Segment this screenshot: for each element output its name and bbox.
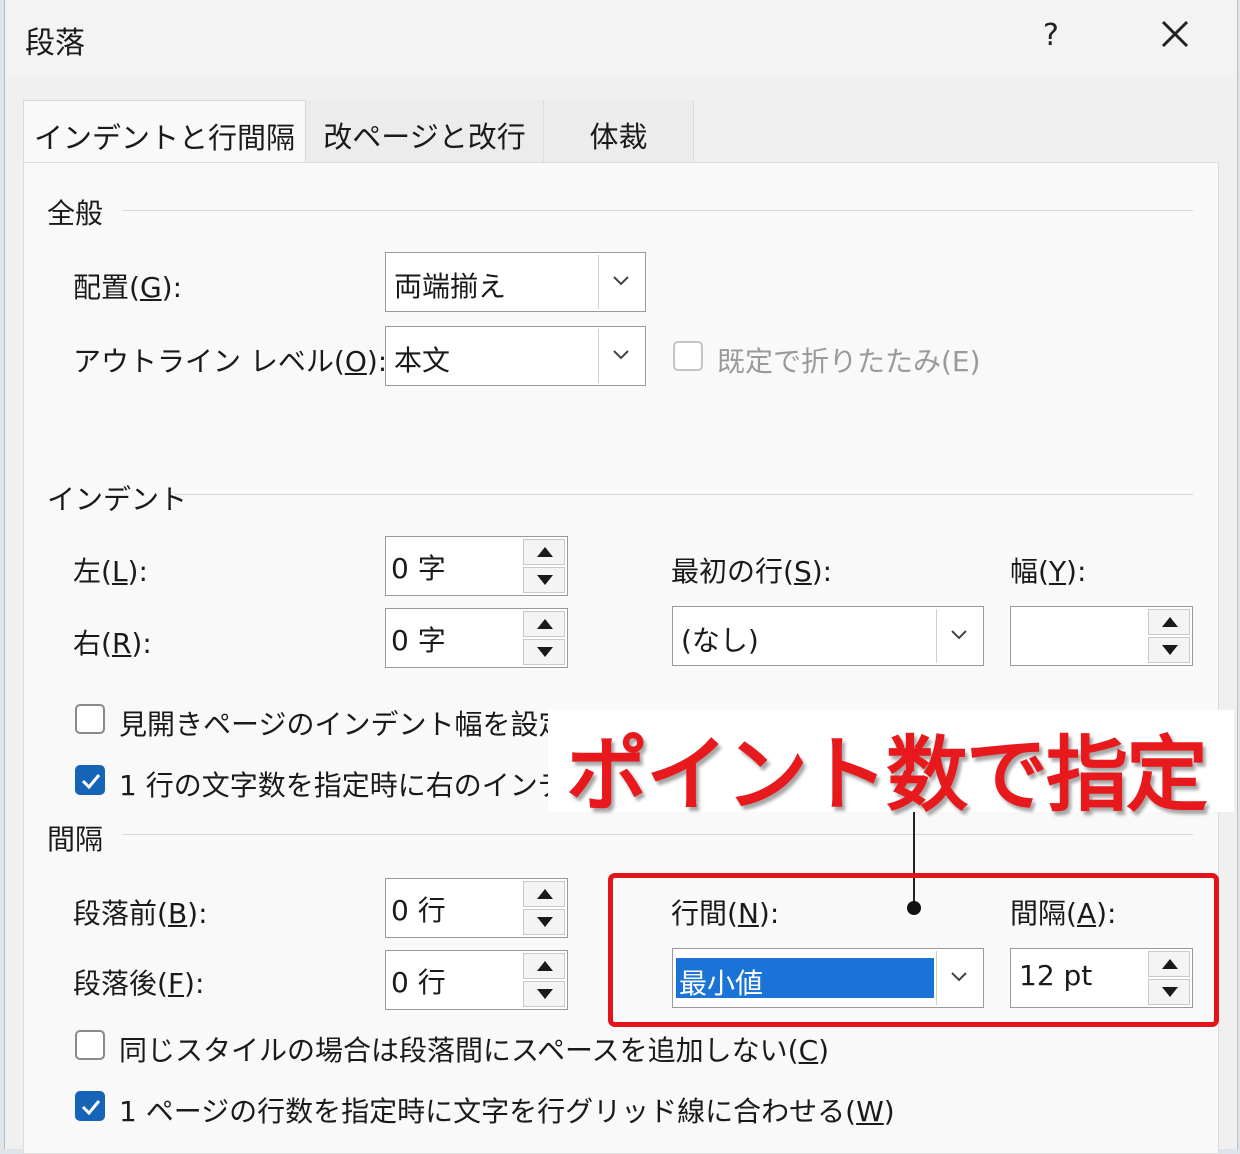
spin-down-button[interactable]: [523, 981, 565, 1007]
chevron-down-icon[interactable]: [598, 255, 643, 309]
section-spacing-heading: 間隔: [47, 823, 104, 856]
chevron-down-icon[interactable]: [598, 329, 643, 383]
spin-down-button[interactable]: [523, 909, 565, 935]
indent-left-value[interactable]: 0 字: [391, 547, 446, 587]
section-divider: [123, 834, 1193, 835]
alignment-label: 配置(G):: [73, 271, 182, 304]
space-after-label: 段落後(F):: [73, 967, 205, 1000]
tab-page-break[interactable]: 改ページと改行: [306, 100, 544, 162]
indent-right-spinner[interactable]: 0 字: [385, 608, 568, 668]
indent-right-label: 右(R):: [73, 627, 152, 660]
no-space-same-style-checkbox[interactable]: [75, 1030, 105, 1060]
indent-left-spinner[interactable]: 0 字: [385, 536, 568, 596]
checkmark-icon: [81, 774, 101, 790]
space-after-spinner[interactable]: 0 行: [385, 950, 568, 1010]
outline-level-value: 本文: [394, 344, 451, 377]
close-icon[interactable]: [1155, 14, 1195, 54]
auto-adjust-indent-checkbox[interactable]: [75, 765, 105, 795]
section-indent-heading: インデント: [47, 483, 188, 516]
annotation-callout: ポイント数で指定: [566, 728, 1208, 823]
indent-left-label: 左(L):: [73, 555, 148, 588]
alignment-select[interactable]: 両端揃え: [385, 252, 646, 312]
width-spinner[interactable]: [1010, 606, 1193, 666]
spin-up-button[interactable]: [523, 539, 565, 565]
space-before-value[interactable]: 0 行: [391, 889, 446, 929]
mirror-indent-label: 見開きページのインデント幅を設定す: [119, 708, 595, 741]
space-before-spinner[interactable]: 0 行: [385, 878, 568, 938]
auto-adjust-indent-label: 1 行の文字数を指定時に右のインデ: [119, 769, 566, 802]
checkmark-icon: [81, 1100, 101, 1116]
outline-level-label: アウトライン レベル(O):: [73, 345, 388, 378]
snap-to-grid-checkbox[interactable]: [75, 1091, 105, 1121]
alignment-value: 両端揃え: [394, 270, 507, 303]
space-before-label: 段落前(B):: [73, 897, 208, 930]
spin-down-button[interactable]: [1148, 637, 1190, 663]
spin-up-button[interactable]: [1148, 609, 1190, 635]
tab-indent-spacing[interactable]: インデントと行間隔: [23, 100, 306, 164]
spin-up-button[interactable]: [523, 611, 565, 637]
no-space-same-style-label: 同じスタイルの場合は段落間にスペースを追加しない(C): [119, 1034, 830, 1067]
annotation-highlight-box: [608, 873, 1219, 1027]
chevron-down-icon[interactable]: [936, 609, 981, 663]
spin-up-button[interactable]: [523, 953, 565, 979]
dialog-title: 段落: [25, 26, 85, 61]
mirror-indent-checkbox[interactable]: [75, 704, 105, 734]
help-button[interactable]: ?: [1043, 18, 1059, 53]
spin-down-button[interactable]: [523, 639, 565, 665]
snap-to-grid-label: 1 ページの行数を指定時に文字を行グリッド線に合わせる(W): [119, 1095, 895, 1128]
spin-up-button[interactable]: [523, 881, 565, 907]
title-bar: 段落 ?: [5, 0, 1237, 78]
section-divider: [175, 494, 1193, 495]
outline-level-select[interactable]: 本文: [385, 326, 646, 386]
space-after-value[interactable]: 0 行: [391, 961, 446, 1001]
section-divider: [123, 210, 1193, 211]
width-label: 幅(Y):: [1010, 555, 1087, 588]
tab-layout[interactable]: 体裁: [544, 100, 694, 162]
collapse-default-checkbox[interactable]: [673, 341, 703, 371]
spin-down-button[interactable]: [523, 567, 565, 593]
first-line-label: 最初の行(S):: [671, 555, 833, 588]
collapse-default-label: 既定で折りたたみ(E): [717, 345, 981, 378]
indent-right-value[interactable]: 0 字: [391, 619, 446, 659]
first-line-value: (なし): [681, 624, 759, 657]
first-line-select[interactable]: (なし): [672, 606, 984, 666]
section-general-heading: 全般: [47, 197, 104, 230]
